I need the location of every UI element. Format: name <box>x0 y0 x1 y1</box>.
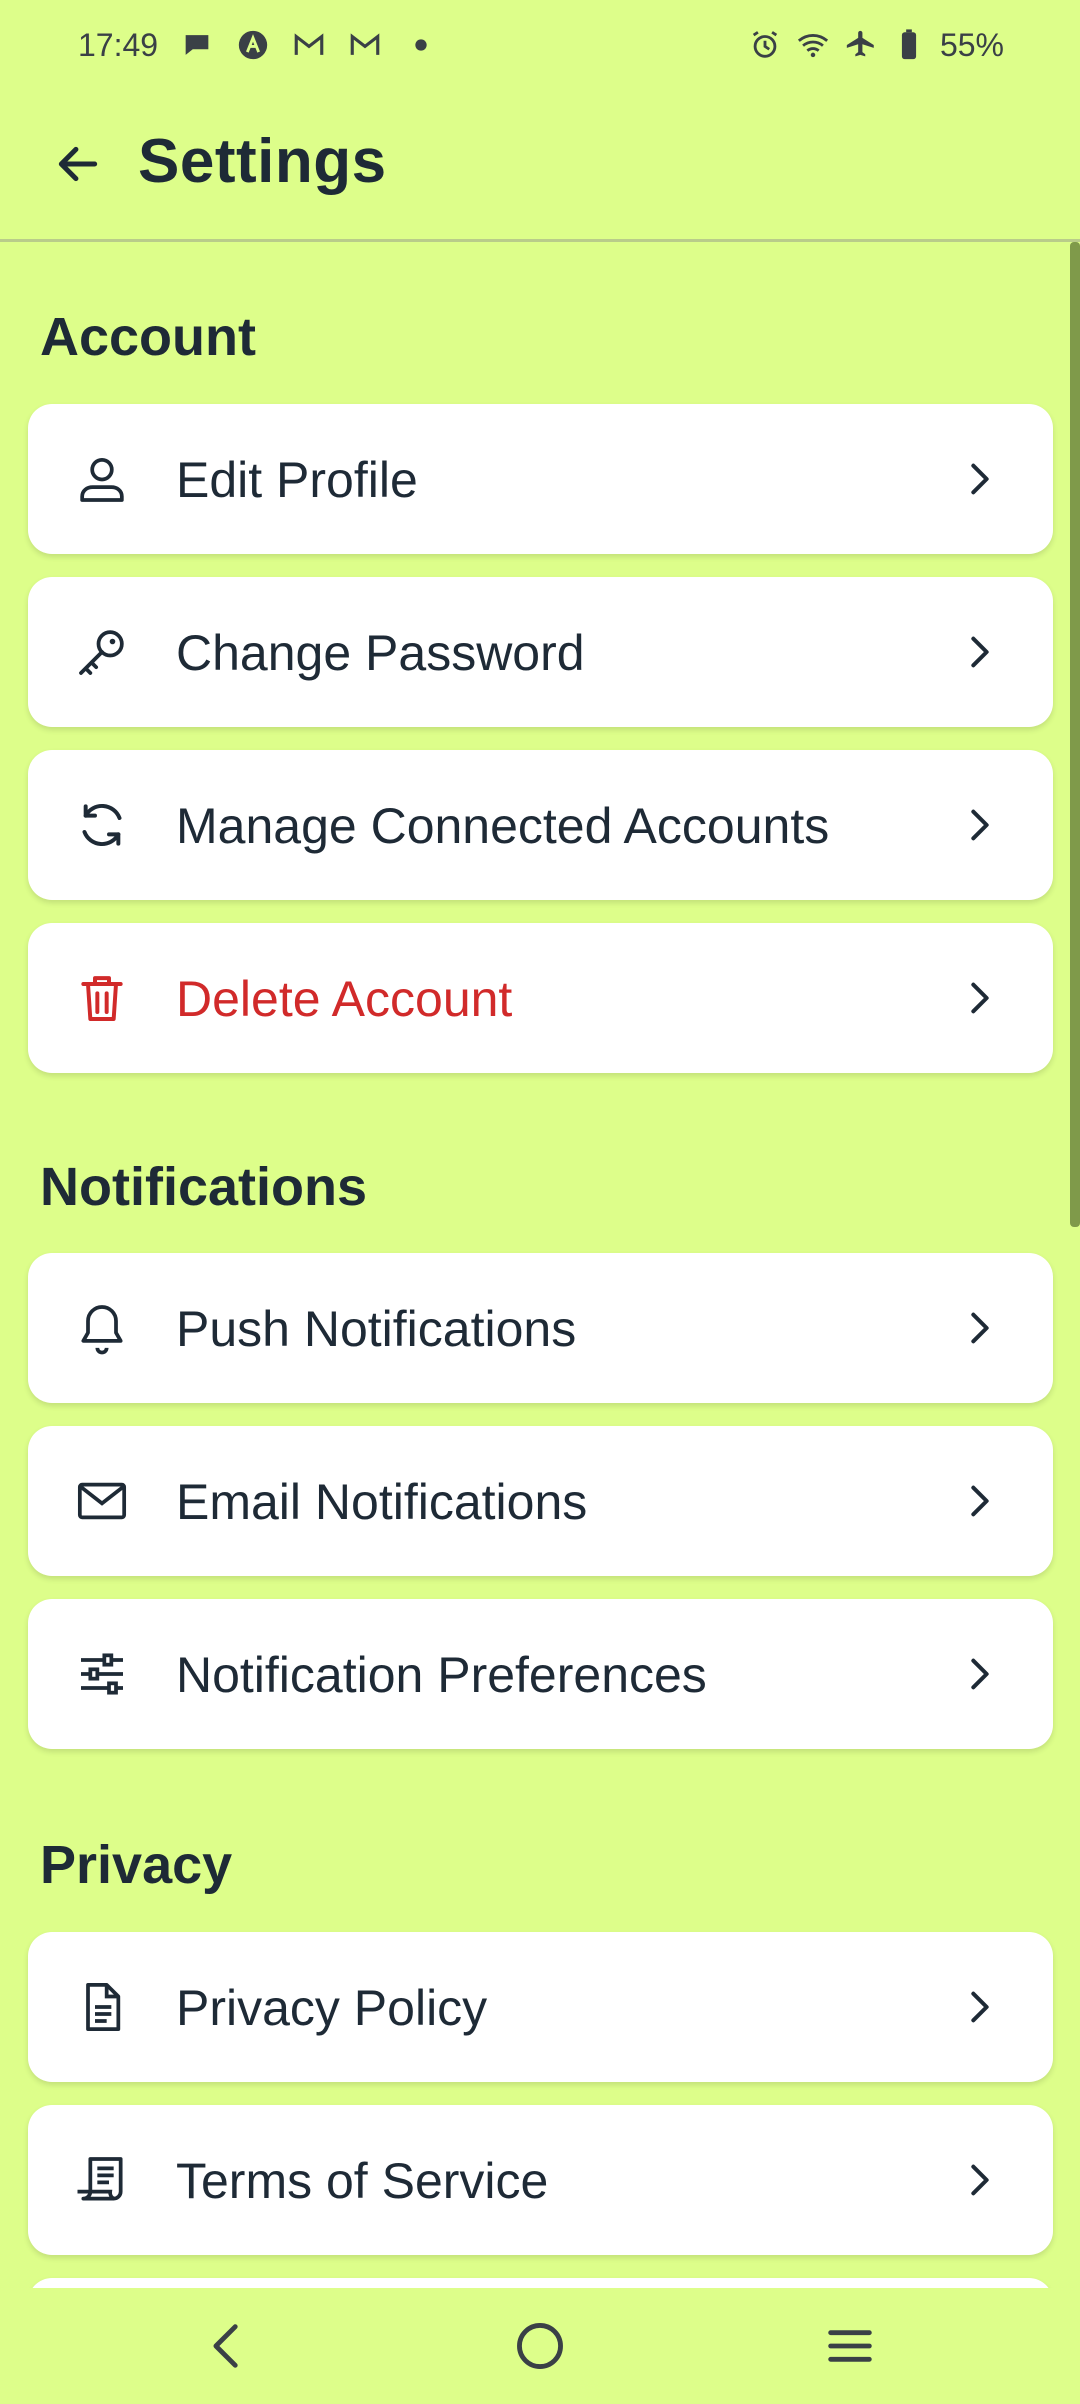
delete-account-label: Delete Account <box>176 971 513 1027</box>
section-title-privacy: Privacy <box>40 1835 233 1895</box>
manage-connected-accounts-label: Manage Connected Accounts <box>176 798 830 854</box>
nav-home-button[interactable] <box>508 2314 572 2378</box>
battery-icon <box>892 28 926 62</box>
chevron-right-icon <box>957 2155 1003 2205</box>
chevron-right-icon <box>957 454 1003 504</box>
chat-bubble-icon <box>180 28 214 62</box>
edit-profile-item[interactable]: Edit Profile <box>28 404 1053 554</box>
chevron-right-icon <box>957 1649 1003 1699</box>
sliders-icon <box>72 1644 132 1704</box>
battery-percent: 55% <box>939 26 1004 63</box>
chevron-right-icon <box>957 627 1003 677</box>
notification-preferences-label: Notification Preferences <box>176 1647 707 1703</box>
chevron-right-icon <box>957 1982 1003 2032</box>
status-bar: 17:49 55% <box>0 0 1080 90</box>
notification-preferences-item[interactable]: Notification Preferences <box>28 1599 1053 1749</box>
scroll-icon <box>72 2150 132 2210</box>
app-bar: Settings <box>0 90 1080 242</box>
section-title-account: Account <box>40 307 256 367</box>
status-time: 17:49 <box>78 26 159 63</box>
section-title-notifications: Notifications <box>40 1157 368 1217</box>
chevron-right-icon <box>957 1303 1003 1353</box>
manage-connected-accounts-item[interactable]: Manage Connected Accounts <box>28 750 1053 900</box>
nav-back-icon <box>213 2324 238 2368</box>
page-title: Settings <box>138 127 387 196</box>
app-a-icon <box>236 28 270 62</box>
mail-icon <box>72 1471 132 1531</box>
delete-account-item[interactable]: Delete Account <box>28 923 1053 1073</box>
edit-profile-label: Edit Profile <box>176 452 418 508</box>
nav-back-button[interactable] <box>196 2314 260 2378</box>
back-button[interactable] <box>42 128 114 200</box>
nav-home-icon <box>517 2323 563 2369</box>
privacy-policy-label: Privacy Policy <box>176 1980 488 2036</box>
settings-list: Account Edit Profile Change Password Man… <box>0 242 1080 2288</box>
sync-icon <box>72 795 132 855</box>
key-icon <box>72 622 132 682</box>
airplane-icon <box>844 28 878 62</box>
chevron-right-icon <box>957 1476 1003 1526</box>
bell-icon <box>72 1298 132 1358</box>
terms-of-service-item[interactable]: Terms of Service <box>28 2105 1053 2255</box>
email-notifications-item[interactable]: Email Notifications <box>28 1426 1053 1576</box>
status-right: 55% <box>748 27 1004 64</box>
arrow-left-icon <box>58 146 98 182</box>
push-notifications-item[interactable]: Push Notifications <box>28 1253 1053 1403</box>
chevron-right-icon <box>957 800 1003 850</box>
chevron-right-icon <box>957 973 1003 1023</box>
gmail-icon <box>348 28 382 62</box>
document-icon <box>72 1977 132 2037</box>
nav-menu-button[interactable] <box>818 2314 882 2378</box>
trash-icon <box>72 968 132 1028</box>
change-password-label: Change Password <box>176 625 585 681</box>
user-icon <box>72 449 132 509</box>
list-item-partial[interactable] <box>28 2278 1053 2288</box>
change-password-item[interactable]: Change Password <box>28 577 1053 727</box>
status-left: 17:49 <box>78 27 438 64</box>
dot-icon <box>404 28 438 62</box>
nav-menu-icon <box>828 2330 872 2362</box>
system-nav-bar <box>0 2288 1080 2404</box>
alarm-icon <box>748 28 782 62</box>
push-notifications-label: Push Notifications <box>176 1301 577 1357</box>
privacy-policy-item[interactable]: Privacy Policy <box>28 1932 1053 2082</box>
gmail-icon <box>292 28 326 62</box>
wifi-icon <box>796 28 830 62</box>
email-notifications-label: Email Notifications <box>176 1474 588 1530</box>
terms-of-service-label: Terms of Service <box>176 2153 549 2209</box>
